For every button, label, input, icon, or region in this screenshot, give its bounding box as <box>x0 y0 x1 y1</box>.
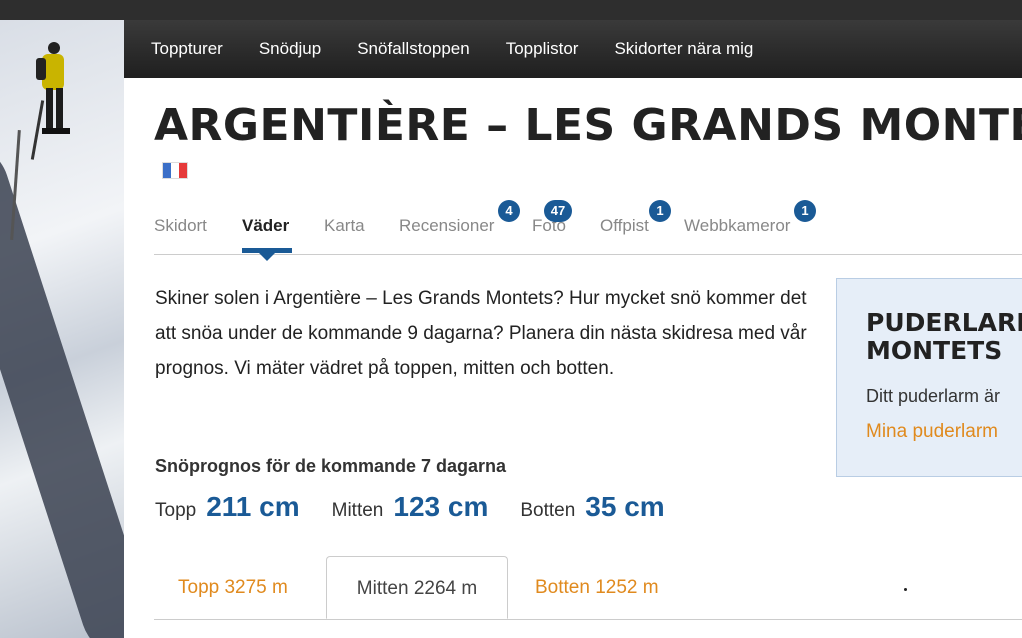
active-tab-arrow-icon <box>259 253 275 261</box>
tab-foto[interactable]: Foto 47 <box>532 200 572 236</box>
count-badge: 4 <box>498 200 520 222</box>
nav-item-toppturer[interactable]: Toppturer <box>151 39 223 59</box>
tab-mitten-elevation[interactable]: Mitten 2264 m <box>326 556 508 619</box>
nav-item-snofallstoppen[interactable]: Snöfallstoppen <box>357 39 469 59</box>
forecast-label-botten: Botten <box>520 500 576 521</box>
powder-alarm-title-line1: PUDERLARM <box>866 308 1022 337</box>
nav-item-skidorter-nara-mig[interactable]: Skidorter nära mig <box>614 39 753 59</box>
tab-topp-elevation[interactable]: Topp 3275 m <box>178 556 288 619</box>
tab-skidort[interactable]: Skidort <box>154 216 207 236</box>
main-content: ARGENTIÈRE – LES GRANDS MONTETS Skidort … <box>124 78 1022 638</box>
intro-text: Skiner solen i Argentière – Les Grands M… <box>155 288 807 379</box>
main-nav: Toppturer Snödjup Snöfallstoppen Topplis… <box>124 20 1022 78</box>
count-badge: 47 <box>544 200 572 222</box>
powder-alarm-title: PUDERLARM MONTETS <box>866 309 1022 365</box>
powder-alarm-title-line2: MONTETS <box>866 336 1003 365</box>
forecast-heading: Snöprognos för de kommande 7 dagarna <box>155 456 507 476</box>
forecast-label-mitten: Mitten <box>331 500 384 521</box>
forecast-label-topp: Topp <box>155 500 197 521</box>
page-title: ARGENTIÈRE – LES GRANDS MONTETS <box>154 100 1022 151</box>
powder-alarm-box: PUDERLARM MONTETS Ditt puderlarm är Mina… <box>836 278 1022 477</box>
nav-item-snodjup[interactable]: Snödjup <box>259 39 321 59</box>
resort-tabs: Skidort Väder Karta Recensioner 4 Foto 4… <box>154 200 1022 261</box>
tab-recensioner[interactable]: Recensioner 4 <box>399 200 520 236</box>
tab-karta[interactable]: Karta <box>324 216 365 236</box>
elevation-tabs: Topp 3275 m Mitten 2264 m Botten 1252 m <box>154 556 1022 620</box>
count-badge: 1 <box>794 200 816 222</box>
france-flag-icon <box>162 162 188 179</box>
powder-alarm-text: Ditt puderlarm är <box>866 386 1001 406</box>
forecast-value-botten: 35 cm <box>585 491 665 522</box>
tab-label: Webbkameror <box>684 216 791 235</box>
tab-vader[interactable]: Väder <box>242 216 289 236</box>
background-photo <box>0 20 130 638</box>
my-powder-alarms-link[interactable]: Mina puderlarm <box>866 421 998 443</box>
forecast-value-mitten: 123 cm <box>393 491 489 522</box>
nav-item-topplistor[interactable]: Topplistor <box>506 39 579 59</box>
tab-label: Recensioner <box>399 216 495 235</box>
tab-webbkameror[interactable]: Webbkameror 1 <box>684 200 816 236</box>
skier-shadow <box>0 140 130 638</box>
dot-marker <box>904 588 907 591</box>
tab-label: Offpist <box>600 216 649 235</box>
forecast-value-topp: 211 cm <box>206 491 300 522</box>
tab-botten-elevation[interactable]: Botten 1252 m <box>535 556 659 619</box>
tab-offpist[interactable]: Offpist 1 <box>600 200 671 236</box>
snow-forecast: Topp 211 cm Mitten 123 cm Botten 35 cm <box>155 491 697 523</box>
top-bar <box>0 0 1022 20</box>
count-badge: 1 <box>649 200 671 222</box>
